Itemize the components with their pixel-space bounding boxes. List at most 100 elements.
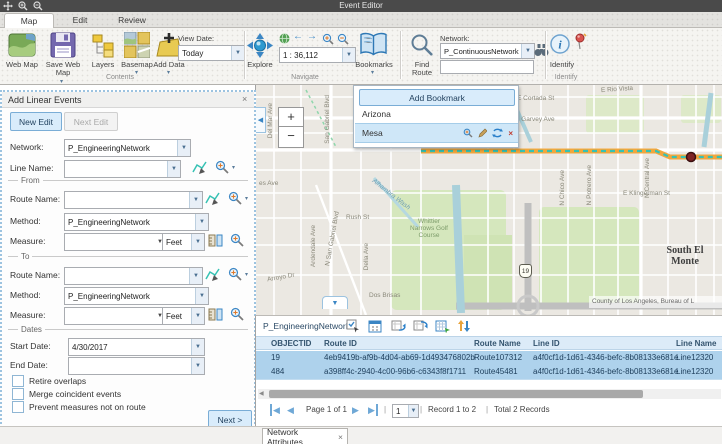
zoom-to-line-icon[interactable] — [215, 160, 229, 174]
scroll-left-arrow-icon[interactable]: ◀ — [259, 390, 264, 398]
zoom-to-line-caret-icon[interactable]: ▾ — [232, 165, 235, 171]
from-measure-combo[interactable]: ▼ — [64, 233, 166, 251]
map-zoom-in-icon[interactable] — [322, 33, 334, 45]
to-method-dropdown[interactable]: P_EngineeringNetwork ▼ — [64, 287, 209, 305]
next-edit-button[interactable]: Next Edit — [64, 112, 118, 131]
save-web-map-button[interactable]: Save Web Map — [42, 61, 84, 77]
column-header[interactable]: Line ID — [533, 337, 560, 351]
map-zoom-out-button[interactable]: − — [278, 126, 304, 148]
find-route-network-caret-icon[interactable]: ▼ — [521, 44, 534, 58]
column-header[interactable]: OBJECTID — [271, 337, 311, 351]
horizontal-scrollbar[interactable]: ◀ — [258, 389, 721, 399]
from-route-name-caret-icon[interactable]: ▼ — [189, 192, 202, 208]
bookmark-zoom-icon[interactable] — [463, 128, 473, 138]
to-route-name-dropdown[interactable]: ▼ — [64, 267, 203, 285]
table-row[interactable]: 484 a398ff4c-2940-4c00-96b6-c6343f8f1711… — [256, 365, 722, 380]
bookmark-delete-icon[interactable]: × — [508, 129, 513, 138]
to-measure-combo[interactable]: ▼ — [64, 307, 166, 325]
to-route-name-caret-icon[interactable]: ▼ — [189, 268, 202, 284]
tab-review[interactable]: Review — [108, 13, 156, 28]
explore-icon[interactable] — [247, 33, 273, 58]
sort-icon[interactable] — [457, 319, 471, 333]
new-edit-button[interactable]: New Edit — [10, 112, 62, 131]
map-scale-dropdown[interactable]: 1 : 36,112 ▼ — [279, 47, 356, 63]
to-measure-ruler-icon[interactable] — [208, 307, 223, 321]
add-data-caret-icon[interactable]: ▾ — [167, 70, 170, 76]
table-collapse-arrow-icon[interactable]: ▼ — [322, 296, 348, 309]
next-page-icon[interactable]: ▶ — [352, 404, 359, 416]
column-header[interactable]: Route Name — [474, 337, 521, 351]
selection-options-icon[interactable] — [346, 319, 360, 333]
bookmark-refresh-icon[interactable] — [492, 128, 503, 138]
pushpin-icon[interactable] — [573, 33, 587, 50]
basemap-icon[interactable] — [124, 32, 150, 58]
from-measure-ruler-icon[interactable] — [208, 233, 223, 247]
layers-icon[interactable] — [92, 34, 116, 58]
from-unit-dropdown[interactable]: Feet ▼ — [162, 233, 205, 251]
bookmarks-button[interactable]: Bookmarks — [352, 61, 396, 69]
zoom-to-route-caret-icon[interactable]: ▾ — [245, 272, 248, 278]
add-data-button[interactable]: Add Data — [150, 61, 188, 69]
from-measure-zoom-icon[interactable] — [230, 233, 244, 247]
previous-extent-icon[interactable]: ← — [293, 31, 303, 42]
select-route-on-map-icon[interactable] — [205, 267, 220, 282]
view-date-dropdown[interactable]: Today ▼ — [178, 45, 245, 61]
page-number-caret-icon[interactable]: ▼ — [408, 405, 418, 417]
identify-icon[interactable]: i — [550, 34, 570, 54]
last-page-icon[interactable]: ▶ — [368, 404, 378, 416]
bottom-tab-close-icon[interactable]: × — [338, 432, 343, 442]
layers-button[interactable]: Layers — [84, 61, 122, 69]
zoom-to-selection-icon[interactable] — [391, 319, 406, 333]
tab-network-attributes[interactable]: Network Attributes × — [262, 428, 348, 444]
network-caret-icon[interactable]: ▼ — [177, 140, 190, 156]
table-row[interactable]: 19 4eb9419b-af9b-4d04-ab69-1d493476802b … — [256, 351, 722, 366]
save-web-map-icon[interactable] — [50, 32, 76, 58]
find-route-input[interactable] — [440, 60, 534, 74]
zoom-to-route-icon[interactable] — [228, 191, 242, 205]
from-unit-caret-icon[interactable]: ▼ — [191, 234, 204, 250]
to-method-caret-icon[interactable]: ▼ — [195, 288, 208, 304]
prevent-measures-checkbox[interactable] — [12, 401, 24, 413]
web-map-button[interactable]: Web Map — [0, 61, 44, 69]
save-web-map-caret-icon[interactable]: ▾ — [60, 79, 63, 85]
zoom-to-route-caret-icon[interactable]: ▾ — [245, 196, 248, 202]
web-map-icon[interactable] — [8, 32, 36, 58]
find-route-button[interactable]: Find Route — [404, 61, 440, 77]
zoom-to-route-icon[interactable] — [228, 267, 242, 281]
refresh-table-icon[interactable] — [435, 319, 450, 333]
view-date-caret-icon[interactable]: ▼ — [231, 46, 244, 60]
identify-button[interactable]: Identify — [544, 61, 580, 69]
column-header[interactable]: Route ID — [324, 337, 357, 351]
start-date-caret-icon[interactable]: ▼ — [191, 339, 204, 355]
merge-coincident-checkbox[interactable] — [12, 388, 24, 400]
bookmark-item-arizona[interactable]: Arizona — [355, 106, 518, 122]
retire-overlaps-checkbox[interactable] — [12, 375, 24, 387]
to-measure-zoom-icon[interactable] — [230, 307, 244, 321]
to-unit-caret-icon[interactable]: ▼ — [191, 308, 204, 324]
start-date-dropdown[interactable]: 4/30/2017 ▼ — [68, 338, 205, 356]
bookmarks-caret-icon[interactable]: ▾ — [371, 70, 374, 76]
explore-button[interactable]: Explore — [243, 61, 277, 69]
from-method-caret-icon[interactable]: ▼ — [195, 214, 208, 230]
globe-icon[interactable] — [279, 33, 290, 44]
end-date-caret-icon[interactable]: ▼ — [191, 358, 204, 374]
from-method-dropdown[interactable]: P_EngineeringNetwork ▼ — [64, 213, 209, 231]
panel-collapse-arrow-icon[interactable]: ◀ — [256, 107, 266, 133]
select-line-on-map-icon[interactable] — [192, 160, 207, 175]
select-route-on-map-icon[interactable] — [205, 191, 220, 206]
find-route-icon[interactable] — [410, 33, 434, 57]
add-bookmark-button[interactable]: Add Bookmark — [359, 89, 515, 106]
bookmark-edit-icon[interactable] — [478, 128, 487, 138]
scrollbar-thumb[interactable] — [269, 390, 643, 398]
bookmarks-icon[interactable] — [360, 32, 387, 57]
date-filter-icon[interactable] — [368, 319, 382, 333]
panel-close-icon[interactable]: × — [242, 94, 247, 104]
bookmark-item-mesa[interactable]: Mesa × — [355, 123, 518, 143]
from-route-name-dropdown[interactable]: ▼ — [64, 191, 203, 209]
map-scale-caret-icon[interactable]: ▼ — [342, 48, 355, 62]
previous-page-icon[interactable]: ◀ — [287, 404, 294, 416]
line-name-caret-icon[interactable]: ▼ — [167, 161, 180, 177]
network-dropdown[interactable]: P_EngineeringNetwork ▼ — [64, 139, 191, 157]
to-unit-dropdown[interactable]: Feet ▼ — [162, 307, 205, 325]
map-zoom-out-icon[interactable] — [337, 33, 349, 45]
